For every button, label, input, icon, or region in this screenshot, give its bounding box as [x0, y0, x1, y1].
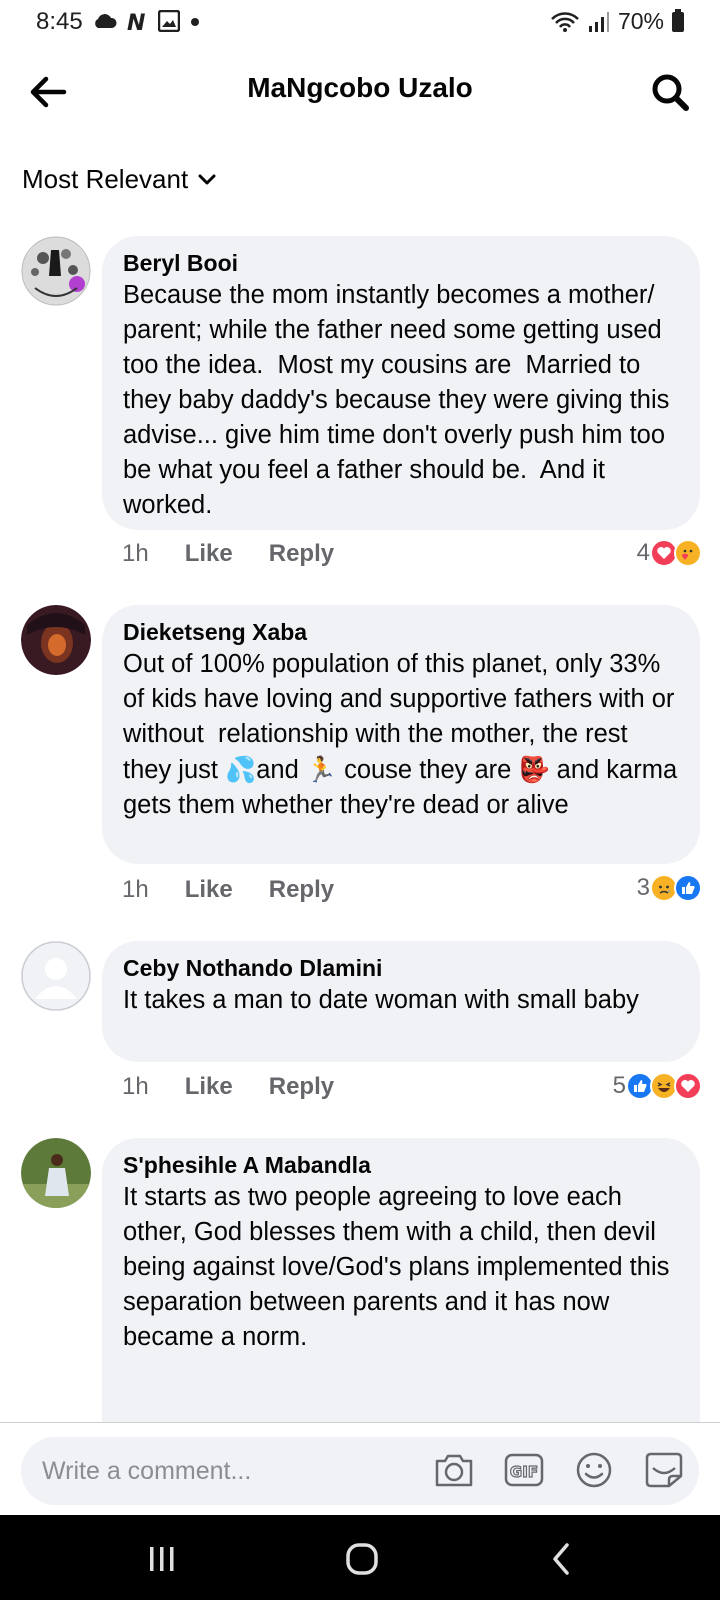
- emoji-button[interactable]: [571, 1447, 617, 1493]
- comment-author[interactable]: Beryl Booi: [123, 248, 680, 278]
- comment-text-part: and: [256, 756, 306, 784]
- emoji-icon: [576, 1452, 612, 1488]
- reply-button[interactable]: Reply: [269, 1073, 334, 1101]
- comment-bubble[interactable]: Beryl Booi Because the mom instantly bec…: [102, 236, 700, 530]
- comment-actions: 1h Like Reply: [122, 1073, 334, 1101]
- love-reaction-icon: [674, 1072, 702, 1100]
- camera-icon: [435, 1454, 473, 1487]
- reaction-summary[interactable]: 4: [637, 539, 702, 567]
- status-system-icons: 70%: [550, 8, 684, 35]
- back-nav-button[interactable]: [540, 1537, 584, 1581]
- goblin-emoji: 👺: [518, 755, 550, 784]
- back-chevron-icon: [553, 1543, 569, 1575]
- system-navigation-bar: [0, 1515, 720, 1600]
- comment-time[interactable]: 1h: [122, 876, 149, 904]
- sticker-icon: [645, 1452, 683, 1488]
- sort-dropdown[interactable]: Most Relevant: [22, 164, 216, 195]
- recent-apps-icon: [150, 1547, 174, 1571]
- comment-bubble[interactable]: Ceby Nothando Dlamini It takes a man to …: [102, 941, 700, 1062]
- battery-percent: 70%: [617, 8, 664, 34]
- sort-label: Most Relevant: [22, 164, 189, 194]
- avatar[interactable]: [21, 236, 91, 306]
- comment-text: Because the mom instantly becomes a moth…: [123, 281, 677, 519]
- home-button[interactable]: [340, 1537, 384, 1581]
- reaction-count: 5: [612, 1072, 626, 1099]
- like-button[interactable]: Like: [185, 876, 233, 904]
- comment-author[interactable]: Dieketseng Xaba: [123, 617, 680, 647]
- comment-actions: 1h Like Reply: [122, 876, 334, 904]
- comment-text-part: couse they are: [336, 756, 519, 784]
- composer-actions: GIF: [431, 1447, 687, 1493]
- wifi-icon: [551, 11, 579, 32]
- comment-author[interactable]: Ceby Nothando Dlamini: [123, 953, 680, 983]
- cloud-icon: [95, 14, 117, 28]
- comment-text: Out of 100% population of this planet, o…: [123, 647, 680, 823]
- comment-composer: Write a comment... GIF: [0, 1423, 720, 1515]
- reply-button[interactable]: Reply: [269, 540, 334, 568]
- status-time: 8:45: [36, 8, 83, 35]
- avatar[interactable]: [21, 1138, 91, 1208]
- reaction-summary[interactable]: 3: [637, 874, 702, 902]
- chevron-down-icon: [198, 174, 216, 184]
- page-title: MaNgcobo Uzalo: [247, 72, 473, 103]
- comment-time[interactable]: 1h: [122, 540, 149, 568]
- like-reaction-icon: [674, 874, 702, 902]
- recent-apps-button[interactable]: [140, 1537, 184, 1581]
- comment-actions: 1h Like Reply: [122, 540, 334, 568]
- comment-time[interactable]: 1h: [122, 1073, 149, 1101]
- reply-button[interactable]: Reply: [269, 876, 334, 904]
- avatar[interactable]: [21, 941, 91, 1011]
- comment-text: It takes a man to date woman with small …: [123, 986, 639, 1014]
- reaction-count: 3: [636, 874, 650, 901]
- comment-text: It starts as two people agreeing to love…: [123, 1183, 677, 1351]
- status-notification-icons: N: [92, 10, 202, 32]
- gif-icon-label: GIF: [510, 1463, 538, 1481]
- search-icon: [652, 74, 689, 111]
- comment-bubble[interactable]: Dieketseng Xaba Out of 100% population o…: [102, 605, 700, 864]
- comment-bubble[interactable]: S'phesihle A Mabandla It starts as two p…: [102, 1138, 700, 1438]
- reaction-summary[interactable]: 5: [613, 1072, 702, 1100]
- comment-author[interactable]: S'phesihle A Mabandla: [123, 1150, 680, 1180]
- running-emoji: 🏃: [305, 755, 337, 784]
- like-button[interactable]: Like: [185, 1073, 233, 1101]
- header: MaNgcobo Uzalo: [0, 52, 720, 132]
- sweat-droplets-emoji: 💦: [225, 755, 257, 784]
- reaction-count: 4: [636, 539, 650, 566]
- gif-icon: GIF: [504, 1453, 544, 1487]
- avatar[interactable]: [21, 605, 91, 675]
- camera-button[interactable]: [431, 1447, 477, 1493]
- home-icon: [346, 1543, 378, 1575]
- signal-icon: [588, 11, 609, 32]
- svg-text:N: N: [127, 11, 145, 32]
- gif-button[interactable]: GIF: [501, 1447, 547, 1493]
- care-reaction-icon: [674, 539, 702, 567]
- comment-input[interactable]: Write a comment... GIF: [21, 1437, 699, 1505]
- sticker-button[interactable]: [641, 1447, 687, 1493]
- like-button[interactable]: Like: [185, 540, 233, 568]
- status-bar: 8:45 N 70%: [0, 0, 720, 44]
- dot-icon: [191, 18, 199, 26]
- n-icon: N: [127, 11, 145, 32]
- battery-icon: [672, 8, 684, 32]
- image-icon: [158, 10, 180, 32]
- search-button[interactable]: [648, 70, 692, 114]
- comment-input-placeholder: Write a comment...: [42, 1457, 252, 1485]
